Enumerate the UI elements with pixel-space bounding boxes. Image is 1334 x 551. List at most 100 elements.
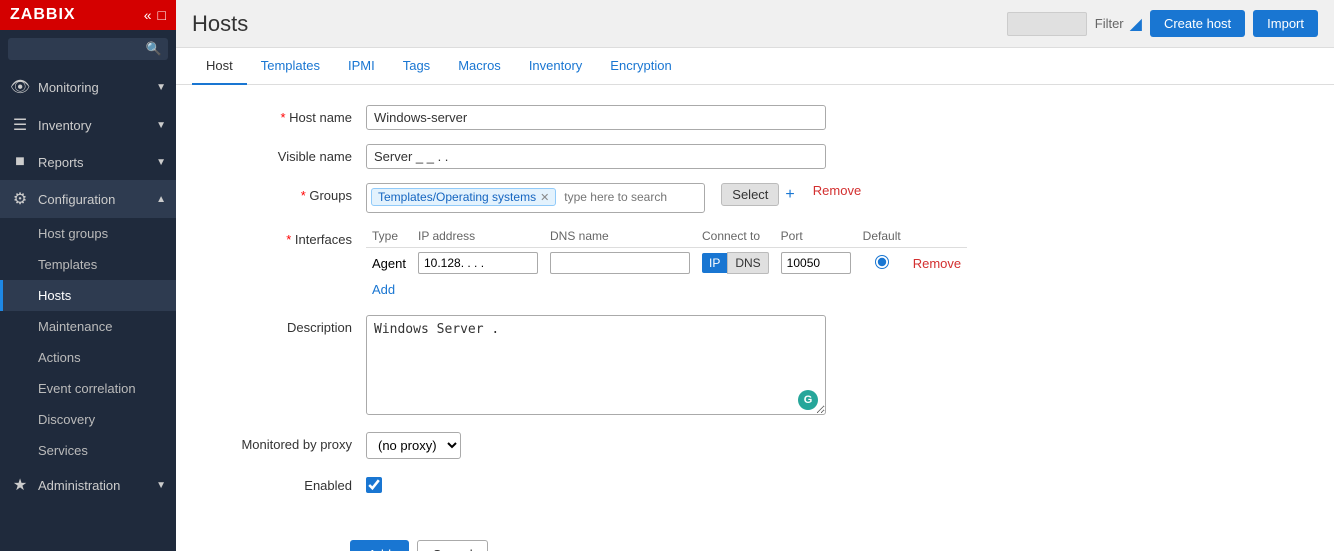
interfaces-table: Type IP address DNS name Connect to Port… [366,227,967,278]
proxy-select[interactable]: (no proxy) [366,432,461,459]
visible-name-row: Visible name [206,144,1304,169]
tab-encryption[interactable]: Encryption [596,48,685,85]
groups-remove-link[interactable]: Remove [813,183,861,198]
event-correlation-label: Event correlation [38,381,136,396]
dns-button[interactable]: DNS [727,252,768,274]
iface-port-input[interactable] [781,252,851,274]
iface-dns-input[interactable] [550,252,690,274]
sidebar-item-discovery[interactable]: Discovery [0,404,176,435]
filter-area: Filter ◢ [1095,14,1142,34]
configuration-icon: ⚙ [10,189,30,209]
page-title: Hosts [192,11,248,37]
interfaces-add-link[interactable]: Add [372,282,395,297]
monitoring-label: Monitoring [38,80,99,95]
iface-ip-input[interactable] [418,252,538,274]
iface-default-radio[interactable] [875,255,889,269]
top-search-area [1007,12,1087,36]
sidebar-item-maintenance[interactable]: Maintenance [0,311,176,342]
groups-search-input[interactable] [560,188,700,206]
enabled-field [366,473,382,496]
tab-templates[interactable]: Templates [247,48,334,85]
hosts-label: Hosts [38,288,71,303]
visible-name-input[interactable] [366,144,826,169]
sidebar-item-hosts[interactable]: Hosts [0,280,176,311]
content-area: Host Templates IPMI Tags Macros Inventor… [176,48,1334,551]
maintenance-label: Maintenance [38,319,112,334]
templates-label: Templates [38,257,97,272]
proxy-label: Monitored by proxy [206,432,366,452]
sidebar-item-host-groups[interactable]: Host groups [0,218,176,249]
iface-remove-link[interactable]: Remove [913,256,961,271]
sidebar-item-administration[interactable]: ★ Administration ▼ [0,466,176,504]
col-port: Port [775,227,857,248]
host-name-field [366,105,826,130]
filter-label: Filter [1095,16,1124,31]
groups-row: Groups Templates/Operating systems ✕ [206,183,1304,213]
ip-button[interactable]: IP [702,253,727,273]
tab-macros[interactable]: Macros [444,48,515,85]
topbar-actions: Filter ◢ Create host Import [1007,10,1318,37]
expand-icon[interactable]: □ [158,7,166,23]
logo-text: ZABBIX [10,6,76,24]
sidebar-item-monitoring[interactable]: 👁 Monitoring ▼ [0,68,176,106]
interfaces-row: Interfaces Type IP address DNS name Conn… [206,227,1304,301]
discovery-label: Discovery [38,412,95,427]
filter-icon[interactable]: ◢ [1130,14,1142,34]
sidebar-item-actions[interactable]: Actions [0,342,176,373]
proxy-row: Monitored by proxy (no proxy) [206,432,1304,459]
groups-field: Templates/Operating systems ✕ [366,183,705,213]
col-ip: IP address [412,227,544,248]
add-group-button[interactable]: + [785,186,794,204]
host-name-input[interactable] [366,105,826,130]
import-button[interactable]: Import [1253,10,1318,37]
reports-arrow: ▼ [156,157,166,168]
proxy-field: (no proxy) [366,432,461,459]
configuration-label: Configuration [38,192,115,207]
visible-name-label: Visible name [206,144,366,164]
logo-bar: ZABBIX « □ [0,0,176,30]
select-button[interactable]: Select [721,183,779,206]
sidebar-item-templates[interactable]: Templates [0,249,176,280]
search-icon: 🔍 [146,41,162,57]
sidebar-item-reports[interactable]: ■ Reports ▼ [0,144,176,180]
sidebar-item-inventory[interactable]: ☰ Inventory ▼ [0,106,176,144]
description-input[interactable] [366,315,826,415]
administration-icon: ★ [10,475,30,495]
inventory-icon: ☰ [10,115,30,135]
search-input[interactable] [8,38,168,60]
tabs-bar: Host Templates IPMI Tags Macros Inventor… [176,48,1334,85]
sidebar: ZABBIX « □ 🔍 👁 Monitoring ▼ ☰ Inventory … [0,0,176,551]
cancel-button[interactable]: Cancel [417,540,487,551]
main-content: Hosts Filter ◢ Create host Import Host T… [176,0,1334,551]
enabled-checkbox[interactable] [366,477,382,493]
sidebar-item-services[interactable]: Services [0,435,176,466]
services-label: Services [38,443,88,458]
interface-row: Agent IPDNS Remove [366,248,967,279]
enabled-label: Enabled [206,473,366,493]
description-label: Description [206,315,366,335]
tab-host[interactable]: Host [192,48,247,85]
tab-inventory[interactable]: Inventory [515,48,596,85]
groups-label: Groups [206,183,366,203]
sidebar-item-configuration[interactable]: ⚙ Configuration ▲ [0,180,176,218]
groups-actions: Select + [721,183,794,206]
grammarly-icon: G [798,390,818,410]
group-tag-label: Templates/Operating systems [378,190,536,204]
configuration-arrow: ▲ [156,194,166,205]
sidebar-item-event-correlation[interactable]: Event correlation [0,373,176,404]
col-connect: Connect to [696,227,775,248]
host-name-label: Host name [206,105,366,125]
monitoring-icon: 👁 [10,77,30,97]
col-dns: DNS name [544,227,696,248]
monitoring-arrow: ▼ [156,82,166,93]
topbar: Hosts Filter ◢ Create host Import [176,0,1334,48]
tab-tags[interactable]: Tags [389,48,444,85]
add-button[interactable]: Add [350,540,409,551]
group-tag-remove[interactable]: ✕ [540,191,549,204]
group-tag: Templates/Operating systems ✕ [371,188,556,206]
create-host-button[interactable]: Create host [1150,10,1245,37]
form-buttons: Add Cancel [176,530,1334,551]
collapse-icon[interactable]: « [144,7,152,23]
description-row: Description G [206,315,1304,418]
tab-ipmi[interactable]: IPMI [334,48,389,85]
